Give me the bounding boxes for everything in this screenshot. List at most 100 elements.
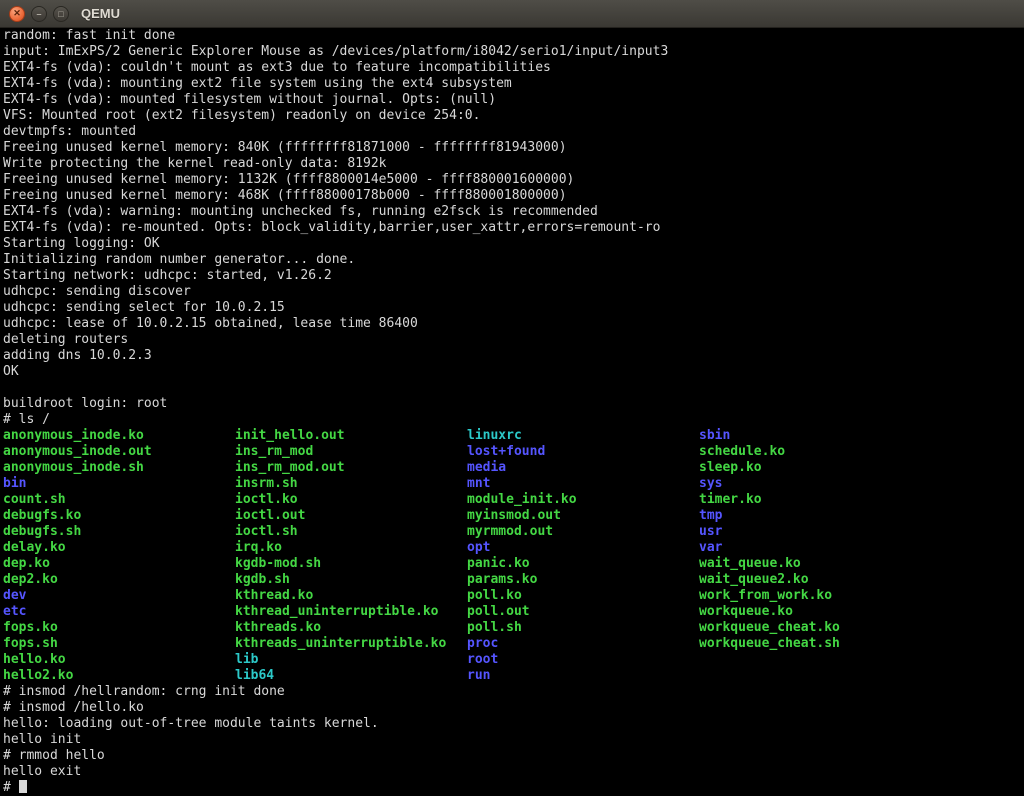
ls-entry: sys [699, 476, 931, 492]
ls-entry: params.ko [467, 572, 699, 588]
console-line: EXT4-fs (vda): mounted filesystem withou… [3, 92, 1024, 108]
ls-column: sbinschedule.kosleep.kosystimer.kotmpusr… [699, 428, 931, 684]
ls-entry: workqueue_cheat.sh [699, 636, 931, 652]
console-line: random: fast init done [3, 28, 1024, 44]
ls-entry: run [467, 668, 699, 684]
ls-entry: media [467, 460, 699, 476]
window-title: QEMU [81, 6, 120, 21]
terminal-cursor [19, 780, 27, 793]
ls-entry: myrmmod.out [467, 524, 699, 540]
ls-entry: panic.ko [467, 556, 699, 572]
titlebar: ✕ – □ QEMU [0, 0, 1024, 28]
ls-entry: wait_queue.ko [699, 556, 931, 572]
ls-entry: ins_rm_mod.out [235, 460, 467, 476]
console-line: Freeing unused kernel memory: 840K (ffff… [3, 140, 1024, 156]
ls-entry: proc [467, 636, 699, 652]
ls-entry: work_from_work.ko [699, 588, 931, 604]
console-line: Freeing unused kernel memory: 1132K (fff… [3, 172, 1024, 188]
ls-entry: etc [3, 604, 235, 620]
ls-entry: dep2.ko [3, 572, 235, 588]
ls-entry: irq.ko [235, 540, 467, 556]
ls-entry: init_hello.out [235, 428, 467, 444]
ls-entry: opt [467, 540, 699, 556]
console-line: input: ImExPS/2 Generic Explorer Mouse a… [3, 44, 1024, 60]
ls-entry: var [699, 540, 931, 556]
ls-entry: kthreads.ko [235, 620, 467, 636]
console-line: hello exit [3, 764, 1024, 780]
ls-entry: sleep.ko [699, 460, 931, 476]
ls-column: anonymous_inode.koanonymous_inode.outano… [3, 428, 235, 684]
console-line: udhcpc: lease of 10.0.2.15 obtained, lea… [3, 316, 1024, 332]
console-line: EXT4-fs (vda): warning: mounting uncheck… [3, 204, 1024, 220]
ls-entry: linuxrc [467, 428, 699, 444]
maximize-button[interactable]: □ [53, 6, 69, 22]
console-line: Initializing random number generator... … [3, 252, 1024, 268]
console-line: buildroot login: root [3, 396, 1024, 412]
ls-column: init_hello.outins_rm_modins_rm_mod.outin… [235, 428, 467, 684]
maximize-icon: □ [58, 9, 63, 19]
ls-entry: anonymous_inode.sh [3, 460, 235, 476]
ls-entry: ioctl.sh [235, 524, 467, 540]
ls-entry: anonymous_inode.ko [3, 428, 235, 444]
ls-entry: workqueue_cheat.ko [699, 620, 931, 636]
prompt-text: # [3, 780, 19, 795]
ls-entry: workqueue.ko [699, 604, 931, 620]
ls-entry: usr [699, 524, 931, 540]
console-line: # rmmod hello [3, 748, 1024, 764]
ls-entry: lost+found [467, 444, 699, 460]
console-line: devtmpfs: mounted [3, 124, 1024, 140]
console-line: # insmod /hellrandom: crng init done [3, 684, 1024, 700]
ls-entry: debugfs.ko [3, 508, 235, 524]
ls-entry: ioctl.ko [235, 492, 467, 508]
ls-entry: ioctl.out [235, 508, 467, 524]
ls-entry: wait_queue2.ko [699, 572, 931, 588]
ls-entry: kthread.ko [235, 588, 467, 604]
ls-entry: debugfs.sh [3, 524, 235, 540]
prompt-line: # [3, 780, 1024, 796]
console-line: Freeing unused kernel memory: 468K (ffff… [3, 188, 1024, 204]
console-line: Starting logging: OK [3, 236, 1024, 252]
console-line: Write protecting the kernel read-only da… [3, 156, 1024, 172]
ls-entry: dep.ko [3, 556, 235, 572]
ls-entry: kthreads_uninterruptible.ko [235, 636, 467, 652]
console-line: EXT4-fs (vda): couldn't mount as ext3 du… [3, 60, 1024, 76]
ls-entry: anonymous_inode.out [3, 444, 235, 460]
ls-entry: timer.ko [699, 492, 931, 508]
console-line: adding dns 10.0.2.3 [3, 348, 1024, 364]
ls-entry: kthread_uninterruptible.ko [235, 604, 467, 620]
ls-entry: fops.ko [3, 620, 235, 636]
qemu-window: ✕ – □ QEMU random: fast init doneinput: … [0, 0, 1024, 796]
ls-entry: bin [3, 476, 235, 492]
ls-entry: poll.out [467, 604, 699, 620]
ls-entry: hello.ko [3, 652, 235, 668]
ls-entry: kgdb.sh [235, 572, 467, 588]
close-button[interactable]: ✕ [9, 6, 25, 22]
ls-entry: dev [3, 588, 235, 604]
ls-entry: sbin [699, 428, 931, 444]
terminal-screen[interactable]: random: fast init doneinput: ImExPS/2 Ge… [0, 28, 1024, 796]
ls-entry: module_init.ko [467, 492, 699, 508]
console-line: EXT4-fs (vda): mounting ext2 file system… [3, 76, 1024, 92]
ls-entry: lib [235, 652, 467, 668]
ls-entry: insrm.sh [235, 476, 467, 492]
close-icon: ✕ [13, 8, 21, 19]
ls-entry: count.sh [3, 492, 235, 508]
ls-output: anonymous_inode.koanonymous_inode.outano… [3, 428, 1024, 684]
ls-entry: mnt [467, 476, 699, 492]
ls-entry: poll.sh [467, 620, 699, 636]
console-line: hello: loading out-of-tree module taints… [3, 716, 1024, 732]
ls-entry: poll.ko [467, 588, 699, 604]
console-line: EXT4-fs (vda): re-mounted. Opts: block_v… [3, 220, 1024, 236]
ls-entry: ins_rm_mod [235, 444, 467, 460]
ls-entry: schedule.ko [699, 444, 931, 460]
console-line: udhcpc: sending discover [3, 284, 1024, 300]
console-line: deleting routers [3, 332, 1024, 348]
ls-entry: delay.ko [3, 540, 235, 556]
console-line: OK [3, 364, 1024, 380]
console-line: # ls / [3, 412, 1024, 428]
ls-entry: myinsmod.out [467, 508, 699, 524]
ls-entry: fops.sh [3, 636, 235, 652]
console-line [3, 380, 1024, 396]
minimize-button[interactable]: – [31, 6, 47, 22]
console-line: udhcpc: sending select for 10.0.2.15 [3, 300, 1024, 316]
